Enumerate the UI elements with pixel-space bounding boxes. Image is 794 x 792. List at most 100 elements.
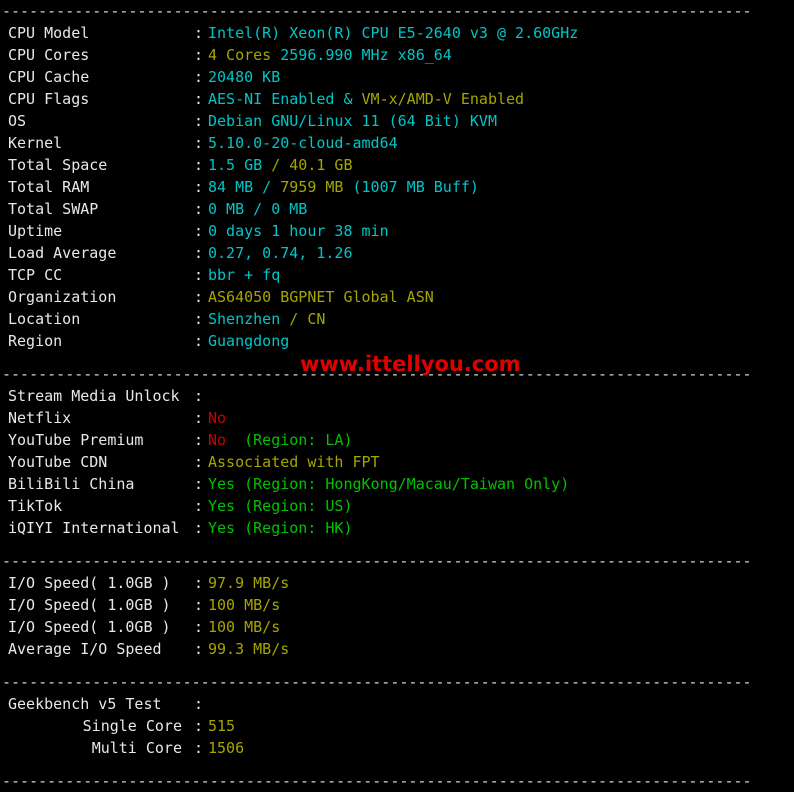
system-info-value: 0 MB / 0 MB	[208, 200, 308, 218]
system-info-value: 7959 MB	[280, 178, 353, 196]
colon-separator: :	[194, 244, 204, 262]
system-info-value: 4 Cores	[208, 46, 281, 64]
stream-media-row: Stream Media Unlock:	[0, 385, 794, 407]
geekbench-value: 1506	[208, 739, 245, 757]
stream-media-label: TikTok	[8, 497, 63, 515]
colon-separator: :	[194, 695, 204, 713]
colon-separator: :	[194, 266, 204, 284]
colon-separator: :	[194, 475, 204, 493]
stream-media-row: BiliBili China: Yes (Region: HongKong/Mac…	[0, 473, 794, 495]
system-info-section: CPU Model: Intel(R) Xeon(R) CPU E5-2640 v…	[0, 22, 794, 352]
system-info-label: Uptime	[8, 222, 63, 240]
io-speed-value: 100 MB/s	[208, 596, 281, 614]
stream-media-value: No	[208, 409, 227, 427]
system-info-label: CPU Cores	[8, 46, 90, 64]
system-info-value: VM-x/AMD-V Enabled	[361, 90, 525, 108]
geekbench-value: 515	[208, 717, 236, 735]
stream-media-section: Stream Media Unlock: Netflix: No YouTube Pr…	[0, 385, 794, 539]
colon-separator: :	[194, 46, 204, 64]
stream-media-label: iQIYI International	[8, 519, 180, 537]
system-info-row: CPU Cores:4 Cores 2596.990 MHz x86_64	[0, 44, 794, 66]
stream-media-value: Associated with FPT	[208, 453, 380, 471]
system-info-value: (1007 MB Buff)	[352, 178, 479, 196]
io-speed-label: I/O Speed( 1.0GB )	[8, 574, 171, 592]
colon-separator: :	[194, 596, 204, 614]
geekbench-row: Multi Core:1506	[0, 737, 794, 759]
system-info-value: Guangdong	[208, 332, 290, 350]
geekbench-label: Single Core	[82, 717, 182, 735]
system-info-row: Organization: AS64050 BGPNET Global ASN	[0, 286, 794, 308]
system-info-value: Intel(R) Xeon(R) CPU E5-2640 v3 @ 2.60GH…	[208, 24, 579, 42]
system-info-row: CPU Cache:20480 KB	[0, 66, 794, 88]
io-speed-label: I/O Speed( 1.0GB )	[8, 618, 171, 636]
geekbench-row: Single Core:515	[0, 715, 794, 737]
colon-separator: :	[194, 90, 204, 108]
system-info-value: 0 days 1 hour 38 min	[208, 222, 389, 240]
system-info-label: CPU Model	[8, 24, 90, 42]
colon-separator: :	[194, 717, 204, 735]
system-info-label: Load Average	[8, 244, 117, 262]
watermark-text: www.ittellyou.com	[300, 352, 521, 376]
system-info-row: Location: Shenzhen / CN	[0, 308, 794, 330]
stream-media-label: YouTube Premium	[8, 431, 144, 449]
colon-separator: :	[194, 310, 204, 328]
io-speed-label: Average I/O Speed	[8, 640, 162, 658]
colon-separator: :	[194, 332, 204, 350]
system-info-row: Total SWAP:0 MB / 0 MB	[0, 198, 794, 220]
colon-separator: :	[194, 519, 204, 537]
colon-separator: :	[194, 112, 204, 130]
system-info-value: 2596.990 MHz x86_64	[280, 46, 452, 64]
io-speed-row: I/O Speed( 1.0GB ):100 MB/s	[0, 594, 794, 616]
colon-separator: :	[194, 156, 204, 174]
colon-separator: :	[194, 739, 204, 757]
system-info-label: CPU Cache	[8, 68, 90, 86]
io-speed-value: 99.3 MB/s	[208, 640, 290, 658]
io-speed-row: I/O Speed( 1.0GB ):97.9 MB/s	[0, 572, 794, 594]
colon-separator: :	[194, 200, 204, 218]
system-info-label: Location	[8, 310, 81, 328]
system-info-value: Debian GNU/Linux 11 (64 Bit) KVM	[208, 112, 497, 130]
stream-media-label: Netflix	[8, 409, 72, 427]
system-info-value: Shenzhen	[208, 310, 290, 328]
system-info-row: Kernel:5.10.0-20-cloud-amd64	[0, 132, 794, 154]
system-info-value: / 40.1 GB	[271, 156, 353, 174]
terminal-window: ----------------------------------------…	[0, 0, 794, 790]
system-info-label: Organization	[8, 288, 117, 306]
colon-separator: :	[194, 178, 204, 196]
colon-separator: :	[194, 431, 204, 449]
system-info-label: Total SWAP	[8, 200, 99, 218]
stream-media-row: YouTube Premium: No (Region: LA)	[0, 429, 794, 451]
stream-media-value: Yes (Region: HongKong/Macau/Taiwan Only)	[208, 475, 570, 493]
stream-media-value: Yes (Region: HK)	[208, 519, 353, 537]
stream-media-label: Stream Media Unlock	[8, 387, 180, 405]
colon-separator: :	[194, 574, 204, 592]
system-info-value: 84 MB /	[208, 178, 281, 196]
system-info-row: OS: Debian GNU/Linux 11 (64 Bit) KVM	[0, 110, 794, 132]
geekbench-label: Geekbench v5 Test	[8, 695, 162, 713]
stream-media-value: (Region: LA)	[235, 431, 353, 449]
io-speed-section: I/O Speed( 1.0GB ):97.9 MB/s I/O Speed( 1…	[0, 572, 794, 660]
system-info-value: bbr + fq	[208, 266, 281, 284]
stream-media-value: No	[208, 431, 236, 449]
colon-separator: :	[194, 134, 204, 152]
colon-separator: :	[194, 68, 204, 86]
colon-separator: :	[194, 288, 204, 306]
system-info-label: Total RAM	[8, 178, 90, 196]
system-info-label: OS	[8, 112, 27, 130]
io-speed-value: 97.9 MB/s	[208, 574, 290, 592]
stream-media-value: Yes (Region: US)	[208, 497, 353, 515]
system-info-value: AES-NI Enabled &	[208, 90, 362, 108]
stream-media-row: Netflix: No	[0, 407, 794, 429]
system-info-value: 20480 KB	[208, 68, 281, 86]
io-speed-value: 100 MB/s	[208, 618, 281, 636]
colon-separator: :	[194, 409, 204, 427]
io-speed-row: I/O Speed( 1.0GB ):100 MB/s	[0, 616, 794, 638]
system-info-value: 5.10.0-20-cloud-amd64	[208, 134, 398, 152]
io-speed-label: I/O Speed( 1.0GB )	[8, 596, 171, 614]
colon-separator: :	[194, 222, 204, 240]
system-info-row: Uptime:0 days 1 hour 38 min	[0, 220, 794, 242]
stream-media-row: iQIYI International: Yes (Region: HK)	[0, 517, 794, 539]
system-info-row: Total Space:1.5 GB / 40.1 GB	[0, 154, 794, 176]
